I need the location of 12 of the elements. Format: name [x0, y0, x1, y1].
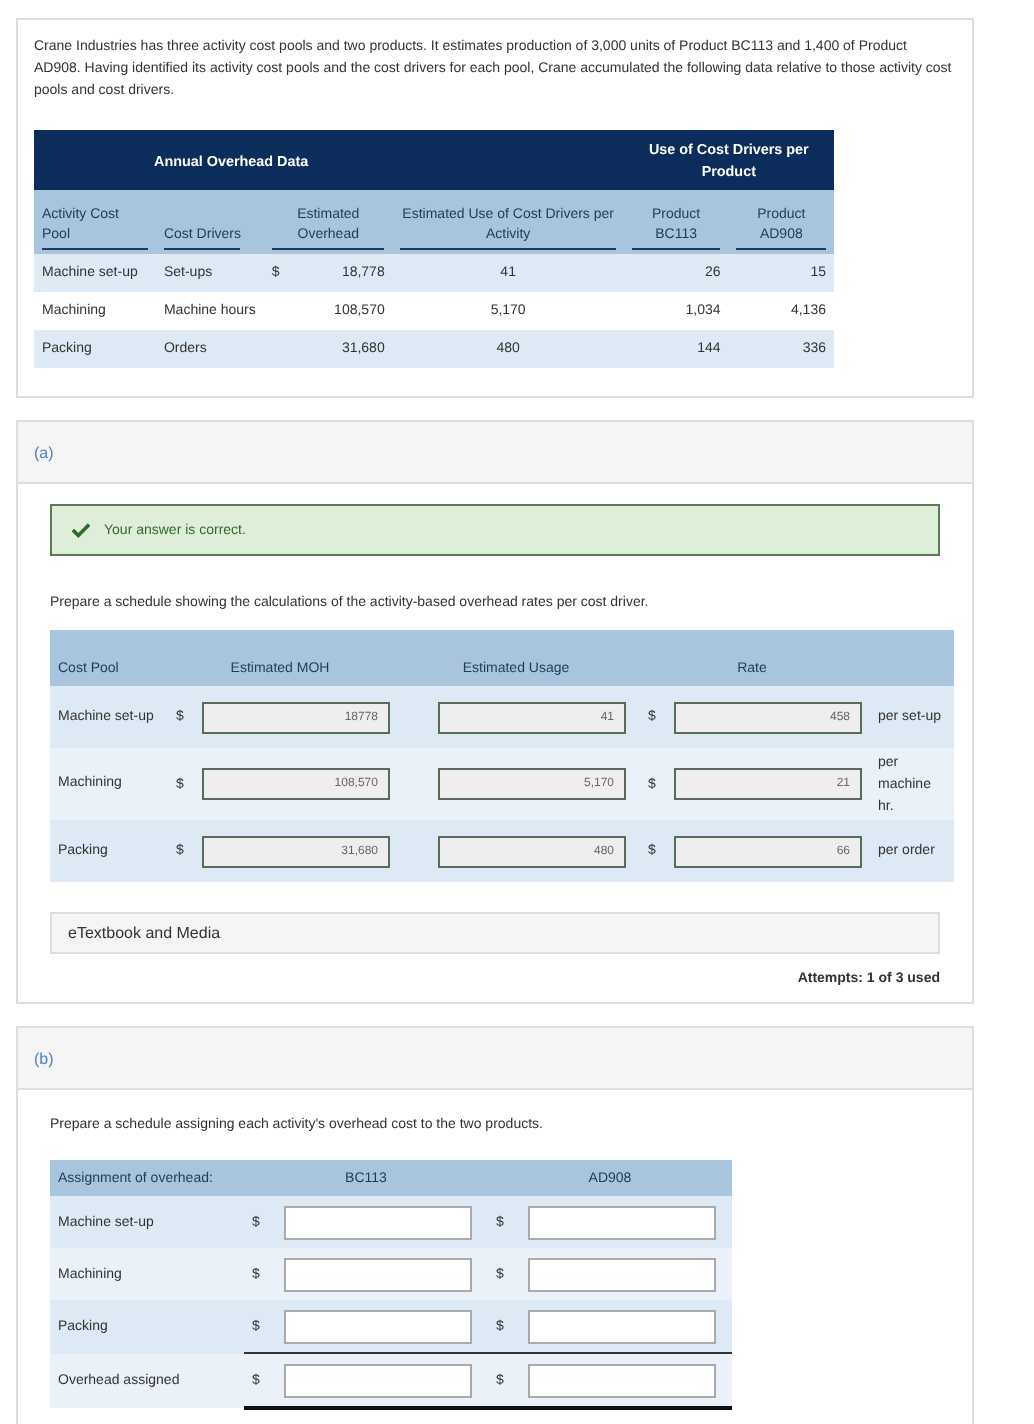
input-field[interactable] [284, 1363, 472, 1397]
input-field[interactable] [528, 1363, 716, 1397]
input-field[interactable] [528, 1205, 716, 1239]
part-label: (a) [34, 443, 54, 461]
input-field[interactable] [284, 1257, 472, 1291]
part-label: (b) [34, 1049, 54, 1067]
input-field[interactable] [528, 1257, 716, 1291]
etextbook-bar[interactable]: eTextbook and Media [50, 912, 940, 954]
checkmark-icon [72, 522, 90, 538]
input-field[interactable] [284, 1205, 472, 1239]
input-field[interactable] [528, 1309, 716, 1343]
input-field[interactable] [284, 1309, 472, 1343]
